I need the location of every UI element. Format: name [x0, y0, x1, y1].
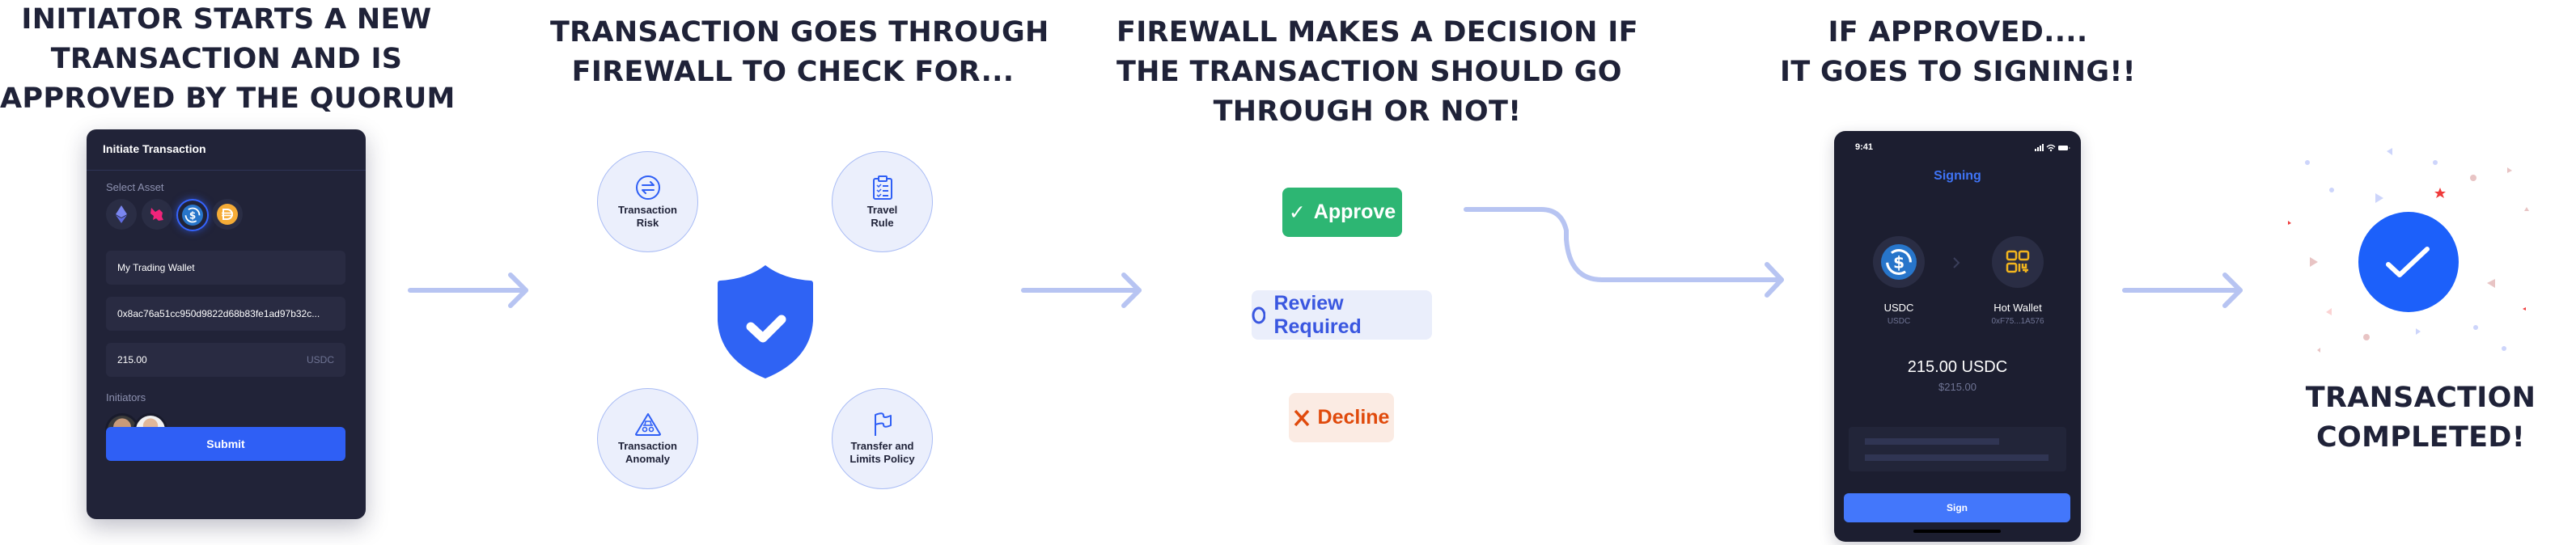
step-2-heading: TRANSACTION GOES THROUGH FIREWALL TO CHE… — [550, 13, 1049, 92]
to-address: 0xF75...1A576 — [1991, 317, 2044, 326]
step-1-heading: INITIATOR STARTS A NEW TRANSACTION AND I… — [0, 0, 455, 119]
step-4-heading: IF APPROVED.... IT GOES TO SIGNING!! — [1756, 13, 2160, 92]
usdc-icon: $ — [1881, 244, 1917, 280]
placeholder-line — [1865, 438, 1999, 445]
heading-line: FIREWALL TO CHECK FOR... — [571, 56, 1015, 88]
flag-icon — [874, 412, 892, 436]
address-value: 0x8ac76a51cc950d9822d68b83fe1ad97b32c... — [117, 308, 320, 319]
amount-value: 215.00 — [117, 354, 147, 365]
amount-currency: USDC — [306, 354, 334, 365]
to-name: Hot Wallet — [1993, 302, 2042, 314]
dai-icon — [217, 204, 238, 225]
check-label: Travel Rule — [866, 203, 898, 229]
from-name: USDC — [1883, 302, 1914, 314]
svg-text:$: $ — [189, 210, 196, 222]
decline-label: Decline — [1317, 406, 1390, 429]
arrow-right-icon — [408, 272, 528, 308]
review-label: Review Required — [1273, 291, 1362, 338]
check-travel-rule: Travel Rule — [832, 151, 933, 252]
heading-line: THROUGH OR NOT! — [1213, 95, 1522, 128]
heading-line: TRANSACTION AND IS — [50, 43, 403, 75]
approve-badge: ✓ Approve — [1282, 188, 1402, 237]
wallet-value: My Trading Wallet — [117, 262, 195, 273]
heading-line: IT GOES TO SIGNING!! — [1780, 56, 2136, 88]
shield-check-icon — [718, 265, 813, 378]
heading-line: TRANSACTION — [2305, 382, 2536, 414]
address-field[interactable]: 0x8ac76a51cc950d9822d68b83fe1ad97b32c... — [106, 297, 345, 331]
arrow-right-icon — [2122, 272, 2243, 308]
check-transaction-risk: Transaction Risk — [597, 151, 698, 252]
svg-text:$: $ — [1893, 253, 1904, 272]
amount-field[interactable]: 215.00 USDC — [106, 343, 345, 377]
incognito-alert-icon — [634, 412, 661, 436]
heading-line: IF APPROVED.... — [1828, 16, 2088, 49]
curved-arrow-icon — [1464, 207, 1784, 298]
step-5-heading: TRANSACTION COMPLETED! — [2265, 378, 2576, 458]
ethereum-icon — [116, 205, 127, 223]
check-label: Transaction Anomaly — [618, 439, 677, 465]
decline-badge: Decline — [1289, 393, 1394, 442]
clipboard-checklist-icon — [872, 175, 892, 200]
from-sub: USDC — [1887, 317, 1911, 326]
card-title: Initiate Transaction — [103, 142, 206, 155]
from-asset-icon: $ — [1873, 236, 1925, 288]
qr-code-icon — [2006, 250, 2030, 273]
phone-title: Signing — [1934, 169, 1981, 183]
to-wallet-icon — [1992, 236, 2044, 288]
sign-button[interactable]: Sign — [1844, 493, 2070, 522]
submit-button[interactable]: Submit — [106, 427, 345, 461]
heading-line: FIREWALL MAKES A DECISION IF — [1116, 16, 1638, 49]
divider — [87, 170, 366, 171]
uniswap-icon — [150, 208, 163, 221]
sign-amount: 215.00 USDC — [1907, 358, 2008, 376]
asset-option-eth[interactable] — [106, 199, 137, 230]
signing-phone: 9:41 Signing $ USDC USDC Hot Wallet 0xF7… — [1834, 131, 2081, 542]
check-transfer-limits-policy: Transfer and Limits Policy — [832, 388, 933, 489]
swap-icon — [635, 175, 660, 200]
heading-line: APPROVED BY THE QUORUM — [0, 82, 455, 115]
check-label: Transfer and Limits Policy — [849, 439, 915, 465]
review-required-badge: Review Required — [1252, 290, 1432, 340]
wallet-field[interactable]: My Trading Wallet — [106, 251, 345, 285]
x-icon — [1294, 409, 1309, 426]
heading-line: THE TRANSACTION SHOULD GO — [1116, 56, 1622, 88]
circle-icon — [1252, 306, 1266, 323]
asset-option-uni[interactable] — [142, 199, 172, 230]
check-icon — [2386, 247, 2430, 277]
details-placeholder — [1849, 427, 2066, 471]
heading-line: COMPLETED! — [2316, 421, 2525, 454]
approve-label: Approve — [1313, 201, 1396, 223]
home-indicator — [1913, 530, 2001, 533]
check-label: Transaction Risk — [618, 203, 677, 229]
check-icon: ✓ — [1288, 201, 1306, 224]
asset-option-dai[interactable] — [212, 199, 243, 230]
completed-check-circle — [2358, 212, 2459, 312]
status-bar-icons — [2035, 144, 2070, 152]
initiate-transaction-card: Initiate Transaction Select Asset $ My T… — [87, 129, 366, 519]
heading-line: TRANSACTION GOES THROUGH — [550, 16, 1049, 49]
step-3-heading: FIREWALL MAKES A DECISION IF THE TRANSAC… — [1116, 13, 1638, 132]
usdc-icon: $ — [182, 205, 203, 226]
sign-amount-usd: $215.00 — [1938, 381, 1976, 393]
select-asset-label: Select Asset — [106, 181, 164, 193]
status-time: 9:41 — [1855, 142, 1874, 152]
check-transaction-anomaly: Transaction Anomaly — [597, 388, 698, 489]
heading-line: INITIATOR STARTS A NEW — [21, 3, 432, 36]
asset-option-usdc[interactable]: $ — [176, 199, 209, 231]
chevron-right-icon — [1953, 257, 1960, 268]
initiators-label: Initiators — [106, 391, 146, 403]
placeholder-line — [1865, 454, 2049, 461]
arrow-right-icon — [1021, 272, 1142, 308]
